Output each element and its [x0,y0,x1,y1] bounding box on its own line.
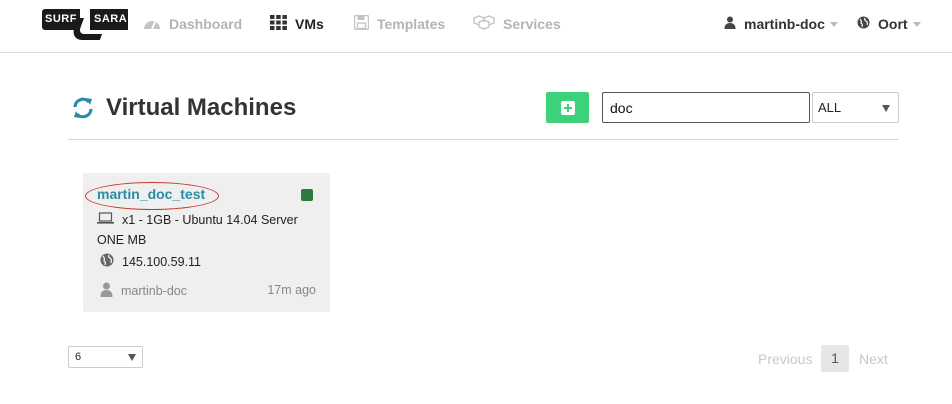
vm-age: 17m ago [267,283,316,297]
nav-dashboard[interactable]: Dashboard [143,15,242,33]
pagination-next[interactable]: Next [859,351,888,367]
vm-owner: martinb-doc [100,282,187,300]
chevron-down-icon [128,354,136,361]
page-size-select[interactable]: 6 [68,346,143,368]
chevron-down-icon [912,21,921,27]
user-menu-label: martinb-doc [744,16,825,32]
nav-services-label: Services [503,16,561,32]
dashboard-icon [143,16,161,33]
pagination-page-1[interactable]: 1 [821,345,849,372]
nav-templates[interactable]: Templates [353,14,446,33]
org-menu[interactable]: Oort [857,15,921,33]
chevron-down-icon [882,105,890,112]
page-title: Virtual Machines [106,94,297,121]
vm-ip-value: 145.100.59.11 [122,254,202,269]
top-navbar: SURF SARA Dashboard VMs Templates Servic… [0,0,952,53]
nav-services[interactable]: Services [473,15,561,33]
user-icon [724,16,736,32]
search-input[interactable] [602,92,810,123]
add-vm-button[interactable] [546,92,589,123]
vm-owner-value: martinb-doc [121,284,187,298]
vm-card[interactable]: martin_doc_test x1 - 1GB - Ubuntu 14.04 … [83,173,330,312]
laptop-icon [97,210,114,230]
nav-dashboard-label: Dashboard [169,16,243,32]
plus-icon [560,100,575,115]
nav-vms-label: VMs [295,16,324,32]
vm-spec-line1: x1 - 1GB - Ubuntu 14.04 Server [122,213,298,227]
vm-ip: 145.100.59.11 [100,253,201,270]
chevron-down-icon [829,21,838,27]
grid-icon [270,15,287,33]
user-icon [100,282,113,300]
vm-spec-line2: ONE MB [97,233,147,247]
page-header: Virtual Machines ALL [68,92,899,140]
org-menu-label: Oort [878,16,908,32]
globe-icon [857,16,870,32]
nav-templates-label: Templates [377,16,446,32]
vm-spec: x1 - 1GB - Ubuntu 14.04 Server ONE MB [97,210,298,250]
globe-icon [100,253,114,270]
filter-select-value: ALL [818,100,842,115]
cubes-icon [473,14,495,34]
logo-sara-text: SARA [90,9,128,30]
filter-select[interactable]: ALL [812,92,899,123]
pagination-previous[interactable]: Previous [758,351,812,367]
floppy-icon [353,14,370,33]
page-size-value: 6 [75,351,82,363]
user-menu[interactable]: martinb-doc [724,15,838,33]
refresh-icon[interactable] [71,96,95,120]
nav-vms[interactable]: VMs [270,15,324,33]
vm-status-indicator [301,189,313,201]
vm-name-link[interactable]: martin_doc_test [97,186,205,202]
